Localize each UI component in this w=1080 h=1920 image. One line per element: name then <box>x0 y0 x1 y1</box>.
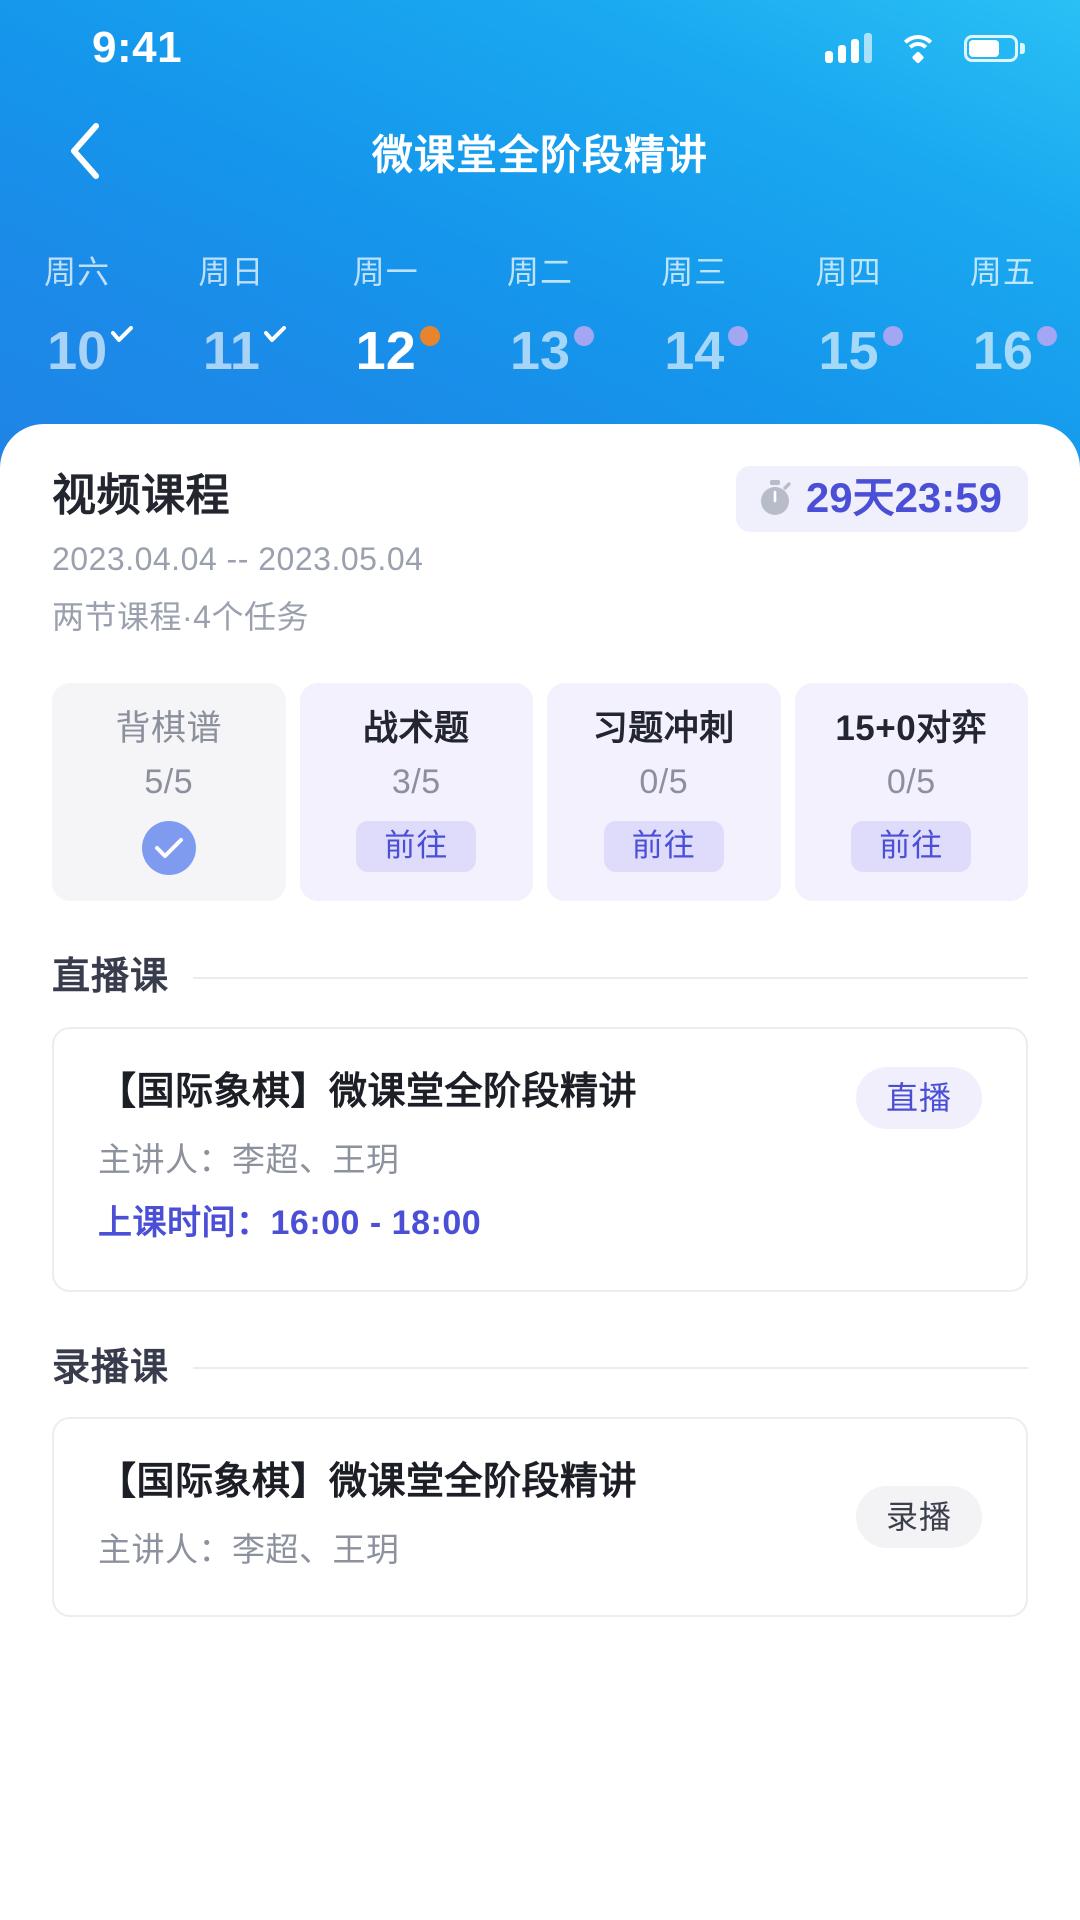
section-title: 直播课 <box>52 956 170 999</box>
day-item-12-selected[interactable]: 周一 12 <box>309 230 463 410</box>
recorded-class-section: 录播课 【国际象棋】微课堂全阶段精讲 主讲人：李超、王玥 录播 <box>0 1346 1080 1617</box>
task-card[interactable]: 习题冲刺 0/5 前往 <box>547 682 781 902</box>
battery-icon <box>964 34 1025 62</box>
status-bar-clock: 9:41 <box>92 23 183 72</box>
lesson-teacher: 主讲人：李超、王玥 <box>98 1531 400 1569</box>
lesson-teacher: 主讲人：李超、王玥 <box>98 1140 400 1178</box>
status-dot-icon <box>882 326 903 346</box>
page-title: 微课堂全阶段精讲 <box>372 132 708 178</box>
day-weekday-label: 周六 <box>44 254 111 290</box>
task-name: 习题冲刺 <box>592 708 735 748</box>
lesson-title: 【国际象棋】微课堂全阶段精讲 <box>98 1461 638 1504</box>
check-icon <box>263 326 286 346</box>
day-weekday-label: 周四 <box>815 254 882 290</box>
day-number: 14 <box>664 321 725 381</box>
live-class-section: 直播课 【国际象棋】微课堂全阶段精讲 主讲人：李超、王玥 上课时间：16:00 … <box>0 956 1080 1292</box>
day-number: 11 <box>202 321 260 381</box>
course-date-range: 2023.04.04 -- 2023.05.04 <box>52 541 424 578</box>
day-item-13[interactable]: 周二 13 <box>463 230 617 410</box>
status-dot-icon <box>574 326 595 346</box>
status-dot-icon <box>1036 326 1057 346</box>
section-divider <box>193 1367 1028 1370</box>
task-go-button[interactable]: 前往 <box>356 821 477 873</box>
task-go-button[interactable]: 前往 <box>851 821 972 873</box>
task-name: 战术题 <box>362 708 470 748</box>
day-number: 16 <box>972 321 1033 381</box>
day-item-10[interactable]: 周六 10 <box>0 230 154 410</box>
countdown-badge: 29天23:59 <box>735 466 1028 532</box>
status-bar-icons <box>825 33 1025 64</box>
check-circle-icon <box>141 821 196 876</box>
status-dot-icon <box>728 326 749 346</box>
task-progress: 5/5 <box>144 763 194 802</box>
status-dot-icon <box>419 326 440 346</box>
task-progress: 0/5 <box>886 763 936 802</box>
day-item-16[interactable]: 周五 16 <box>926 230 1080 410</box>
day-number: 12 <box>355 321 416 381</box>
day-weekday-label: 周日 <box>198 254 265 290</box>
lesson-card[interactable]: 【国际象棋】微课堂全阶段精讲 主讲人：李超、王玥 录播 <box>52 1417 1028 1617</box>
lesson-time: 上课时间：16:00 - 18:00 <box>98 1204 482 1243</box>
content-sheet: 视频课程 2023.04.04 -- 2023.05.04 两节课程·4个任务 … <box>0 424 1080 1920</box>
signal-icon <box>825 33 872 63</box>
stopwatch-icon <box>758 479 792 517</box>
task-card[interactable]: 15+0对弈 0/5 前往 <box>794 682 1028 902</box>
day-number: 10 <box>47 321 108 381</box>
wifi-icon <box>898 33 938 64</box>
back-button[interactable] <box>48 115 120 187</box>
lesson-type-badge[interactable]: 录播 <box>855 1486 982 1549</box>
task-go-button[interactable]: 前往 <box>603 821 724 873</box>
course-summary: 视频课程 2023.04.04 -- 2023.05.04 两节课程·4个任务 … <box>0 424 1080 635</box>
status-bar: 9:41 <box>0 0 1080 96</box>
day-item-15[interactable]: 周四 15 <box>771 230 925 410</box>
week-date-strip: 周六 10 周日 11 周一 12 周二 13 周三 14 周四 15 周五 1… <box>0 230 1080 410</box>
course-meta: 两节课程·4个任务 <box>52 598 309 635</box>
task-name: 背棋谱 <box>115 708 222 748</box>
task-card-list: 背棋谱 5/5 战术题 3/5 前往 习题冲刺 0/5 前往 15+0对弈 0/… <box>0 635 1080 902</box>
day-weekday-label: 周一 <box>352 254 419 290</box>
day-number: 15 <box>818 321 879 381</box>
lesson-title: 【国际象棋】微课堂全阶段精讲 <box>98 1070 638 1113</box>
task-card[interactable]: 战术题 3/5 前往 <box>299 682 533 902</box>
task-progress: 0/5 <box>639 763 689 802</box>
task-card[interactable]: 背棋谱 5/5 <box>52 682 286 902</box>
section-header: 直播课 <box>52 956 1028 999</box>
check-icon <box>111 326 134 346</box>
day-item-14[interactable]: 周三 14 <box>617 230 771 410</box>
day-weekday-label: 周二 <box>506 254 573 290</box>
day-item-11[interactable]: 周日 11 <box>154 230 308 410</box>
lesson-card[interactable]: 【国际象棋】微课堂全阶段精讲 主讲人：李超、王玥 上课时间：16:00 - 18… <box>52 1026 1028 1292</box>
navigation-bar: 微课堂全阶段精讲 <box>0 96 1080 206</box>
task-name: 15+0对弈 <box>835 708 988 748</box>
day-weekday-label: 周五 <box>969 254 1036 290</box>
chevron-left-icon <box>67 122 101 180</box>
countdown-text: 29天23:59 <box>805 474 1002 521</box>
task-progress: 3/5 <box>391 763 441 802</box>
day-weekday-label: 周三 <box>661 254 728 290</box>
section-divider <box>193 976 1028 979</box>
app-screen: 9:41 微课堂全阶段精讲 周六 10 周日 11 周一 12 周二 13 周三… <box>0 0 1080 1920</box>
section-header: 录播课 <box>52 1346 1028 1390</box>
section-title: 录播课 <box>52 1346 170 1389</box>
lesson-type-badge[interactable]: 直播 <box>855 1066 982 1129</box>
day-number: 13 <box>509 321 571 381</box>
